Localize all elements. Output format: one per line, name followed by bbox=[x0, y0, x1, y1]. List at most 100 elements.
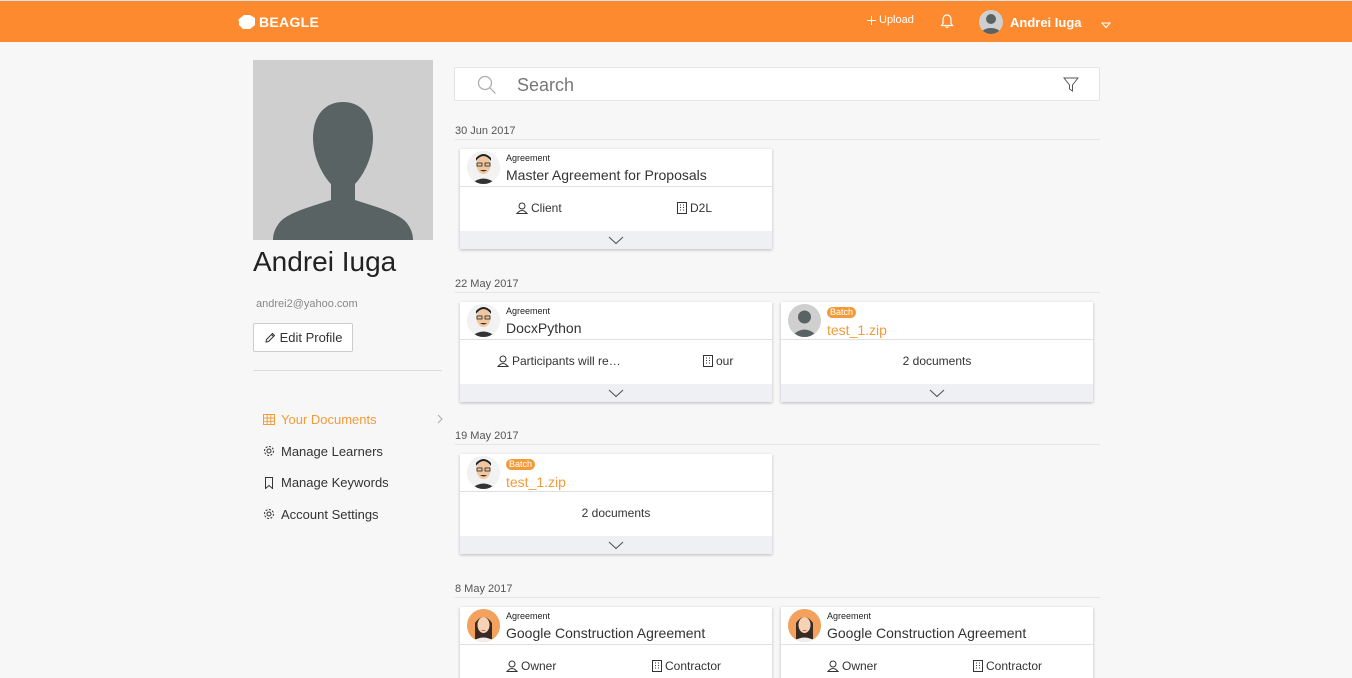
top-bar: BEAGLE Upload Andrei Iuga bbox=[0, 0, 1352, 42]
org-meta: Contractor bbox=[973, 659, 1042, 673]
card-body: Owner Contractor bbox=[781, 645, 1093, 678]
expand-card-button[interactable] bbox=[460, 536, 772, 554]
card-body: Client D2L bbox=[460, 187, 772, 231]
expand-card-button[interactable] bbox=[781, 384, 1093, 402]
sidebar-item-label: Account Settings bbox=[281, 506, 379, 522]
brand-logo[interactable]: BEAGLE bbox=[237, 12, 319, 32]
party-label: Owner bbox=[842, 659, 878, 673]
user-icon bbox=[497, 355, 509, 367]
user-icon bbox=[516, 202, 528, 214]
upload-button[interactable]: Upload bbox=[867, 14, 914, 26]
gear-icon bbox=[264, 446, 274, 457]
batch-card[interactable]: Batch test_1.zip 2 documents bbox=[460, 454, 772, 554]
user-name: Andrei Iuga bbox=[1010, 14, 1082, 30]
owner-avatar bbox=[467, 151, 500, 184]
sidebar-divider bbox=[253, 370, 442, 371]
plus-icon bbox=[867, 15, 876, 25]
document-title[interactable]: DocxPython bbox=[506, 320, 581, 336]
card-body: 2 documents bbox=[460, 492, 772, 536]
card-header: Agreement Master Agreement for Proposals bbox=[460, 149, 772, 187]
org-label: our bbox=[716, 354, 734, 368]
edit-profile-button[interactable]: Edit Profile bbox=[253, 323, 353, 352]
batch-summary: 2 documents bbox=[581, 506, 651, 520]
card-body: Participants will re… our bbox=[460, 340, 772, 384]
profile-name: Andrei Iuga bbox=[253, 246, 397, 277]
batch-title[interactable]: test_1.zip bbox=[506, 474, 566, 490]
search-bar bbox=[454, 67, 1100, 101]
building-icon bbox=[652, 660, 662, 672]
card-header: Agreement Google Construction Agreement bbox=[781, 607, 1093, 645]
date-heading: 8 May 2017 bbox=[455, 583, 513, 595]
bookmark-icon bbox=[265, 476, 273, 489]
search-icon bbox=[477, 75, 496, 94]
chevron-down-icon bbox=[608, 236, 624, 244]
owner-avatar bbox=[467, 456, 500, 489]
document-card[interactable]: Agreement Master Agreement for Proposals… bbox=[460, 149, 772, 249]
owner-avatar bbox=[788, 609, 821, 642]
card-body: 2 documents bbox=[781, 340, 1093, 384]
sidebar-item-manage-keywords[interactable]: Manage Keywords bbox=[263, 467, 443, 499]
document-title[interactable]: Master Agreement for Proposals bbox=[506, 167, 707, 183]
sidebar-item-label: Manage Keywords bbox=[281, 475, 389, 491]
card-header: Batch test_1.zip bbox=[460, 454, 772, 492]
bell-icon bbox=[940, 14, 954, 29]
owner-avatar bbox=[467, 304, 500, 337]
batch-summary: 2 documents bbox=[902, 354, 972, 368]
user-menu-toggle[interactable] bbox=[1100, 16, 1112, 34]
filter-icon bbox=[1063, 77, 1079, 92]
card-header: Agreement DocxPython bbox=[460, 302, 772, 340]
profile-email: andrei2@yahoo.com bbox=[256, 298, 358, 310]
building-icon bbox=[973, 660, 983, 672]
building-icon bbox=[677, 202, 687, 214]
document-card[interactable]: Agreement DocxPython Participants will r… bbox=[460, 302, 772, 402]
sidebar-item-account-settings[interactable]: Account Settings bbox=[263, 499, 443, 531]
profile-picture bbox=[253, 60, 433, 240]
grid-icon bbox=[263, 414, 275, 426]
party-meta: Client bbox=[516, 201, 562, 215]
card-body: Owner Contractor bbox=[460, 645, 772, 678]
user-icon bbox=[827, 660, 839, 672]
batch-badge: Batch bbox=[827, 307, 857, 318]
sidebar-item-label: Your Documents bbox=[281, 412, 377, 428]
party-meta: Owner bbox=[506, 659, 556, 673]
org-meta: Contractor bbox=[652, 659, 721, 673]
date-divider bbox=[455, 597, 1100, 598]
owner-avatar bbox=[788, 304, 821, 337]
document-title[interactable]: Google Construction Agreement bbox=[827, 625, 1026, 641]
card-header: Batch test_1.zip bbox=[781, 302, 1093, 340]
document-card[interactable]: Agreement Google Construction Agreement … bbox=[460, 607, 772, 678]
date-divider bbox=[455, 444, 1100, 445]
search-input[interactable] bbox=[517, 74, 1037, 96]
sidebar-item-manage-learners[interactable]: Manage Learners bbox=[263, 436, 443, 468]
expand-card-button[interactable] bbox=[460, 384, 772, 402]
card-header: Agreement Google Construction Agreement bbox=[460, 607, 772, 645]
org-label: Contractor bbox=[986, 659, 1043, 673]
date-heading: 19 May 2017 bbox=[455, 430, 519, 442]
user-avatar bbox=[979, 10, 1003, 34]
date-divider bbox=[455, 292, 1100, 293]
org-label: D2L bbox=[690, 201, 713, 215]
document-type: Agreement bbox=[506, 306, 551, 316]
brand-name: BEAGLE bbox=[259, 14, 320, 30]
party-label: Participants will re… bbox=[512, 354, 621, 368]
batch-title[interactable]: test_1.zip bbox=[827, 322, 887, 338]
chevron-down-icon bbox=[608, 541, 624, 549]
pencil-icon bbox=[264, 332, 275, 343]
building-icon bbox=[703, 355, 713, 367]
user-menu[interactable]: Andrei Iuga bbox=[979, 10, 1082, 34]
gear-icon bbox=[264, 509, 274, 520]
org-meta: our bbox=[703, 354, 733, 368]
document-title[interactable]: Google Construction Agreement bbox=[506, 625, 705, 641]
sidebar-item-your-documents[interactable]: Your Documents bbox=[263, 404, 443, 436]
org-meta: D2L bbox=[677, 201, 712, 215]
notifications-button[interactable] bbox=[940, 14, 954, 34]
expand-card-button[interactable] bbox=[460, 231, 772, 249]
edit-profile-label: Edit Profile bbox=[279, 330, 343, 345]
document-card[interactable]: Agreement Google Construction Agreement … bbox=[781, 607, 1093, 678]
chevron-down-icon bbox=[929, 389, 945, 397]
date-divider bbox=[455, 139, 1100, 140]
upload-label: Upload bbox=[879, 14, 914, 26]
batch-card[interactable]: Batch test_1.zip 2 documents bbox=[781, 302, 1093, 402]
document-type: Agreement bbox=[506, 153, 551, 163]
default-avatar-icon bbox=[273, 102, 413, 240]
